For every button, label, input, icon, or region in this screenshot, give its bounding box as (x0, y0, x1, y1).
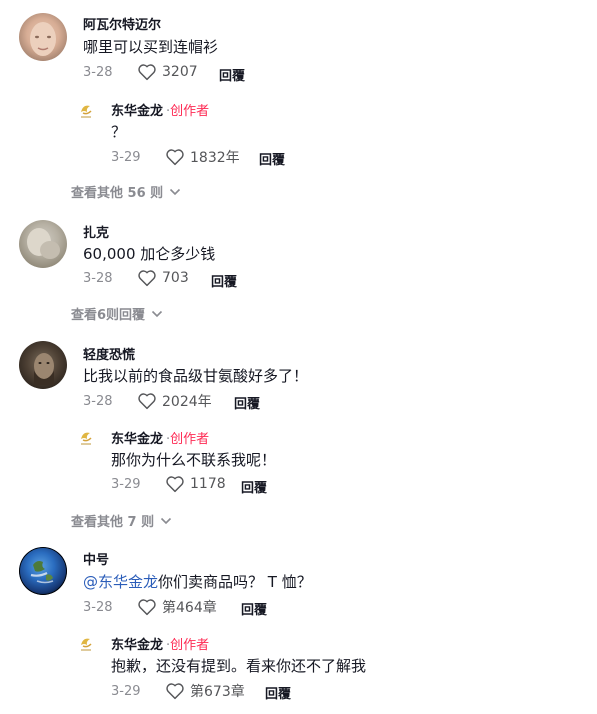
like-button[interactable]: 1178 (165, 475, 226, 493)
like-button[interactable]: 第673章 (165, 681, 245, 701)
comment-text-body: 你们卖商品吗？ T 恤？ (158, 573, 312, 591)
like-count: 1832年 (190, 150, 240, 166)
view-more-label: 查看其他 56 则 (71, 186, 164, 201)
like-button[interactable]: 1832年 (165, 147, 240, 167)
user-avatar[interactable] (19, 220, 67, 268)
reply-username[interactable]: 东华金龙 ·创作者 (111, 100, 209, 119)
comment-meta: 3-28 3207 (83, 63, 198, 81)
comment-username[interactable]: 阿瓦尔特迈尔 (83, 14, 161, 33)
like-count: 1178 (190, 476, 226, 492)
reply-date: 3-29 (111, 476, 141, 492)
comment-date: 3-28 (83, 393, 113, 409)
creator-badge: 创作者 (170, 104, 210, 119)
like-button[interactable]: 2024年 (137, 391, 212, 411)
heart-icon (138, 393, 156, 410)
creator-avatar[interactable] (75, 100, 97, 122)
reply-button[interactable]: 回覆 (265, 683, 291, 702)
heart-icon (166, 683, 184, 700)
comment-username[interactable]: 轻度恐慌 (83, 344, 135, 363)
reply-text: 那你为什么不联系我呢！ (111, 451, 277, 469)
like-button[interactable]: 第464章 (137, 597, 217, 617)
comment-meta: 3-28 第464章 (83, 597, 217, 617)
reply-button[interactable]: 回覆 (219, 65, 245, 84)
user-avatar[interactable] (19, 341, 67, 389)
comment-username[interactable]: 扎克 (83, 222, 109, 241)
reply-button[interactable]: 回覆 (241, 599, 267, 618)
like-button[interactable]: 3207 (137, 63, 198, 81)
heart-icon (138, 64, 156, 81)
reply-date: 3-29 (111, 683, 141, 699)
reply-button[interactable]: 回覆 (234, 393, 260, 412)
heart-icon (138, 270, 156, 287)
reply-username-text[interactable]: 东华金龙 (111, 432, 163, 447)
comment-meta: 3-28 2024年 (83, 391, 212, 411)
like-count: 第673章 (190, 684, 245, 700)
chevron-down-icon (170, 188, 181, 195)
mention-link[interactable]: @东华金龙 (83, 573, 158, 591)
reply-meta: 3-29 第673章 (111, 681, 245, 701)
chevron-down-icon (161, 517, 172, 524)
reply-date: 3-29 (111, 149, 141, 165)
dragon-logo-icon (81, 432, 92, 445)
reply-username[interactable]: 东华金龙 ·创作者 (111, 428, 209, 447)
reply-button[interactable]: 回覆 (211, 271, 237, 290)
like-count: 第464章 (162, 600, 217, 616)
creator-badge: 创作者 (170, 638, 210, 653)
comment-date: 3-28 (83, 599, 113, 615)
dragon-logo-icon (81, 105, 92, 118)
reply-meta: 3-29 1832年 (111, 147, 240, 167)
view-more-label: 查看6则回覆 (71, 308, 146, 323)
reply-meta: 3-29 1178 (111, 475, 226, 493)
creator-avatar[interactable] (75, 633, 97, 655)
user-avatar[interactable] (19, 547, 67, 595)
earth-icon (19, 547, 67, 595)
comment-username[interactable]: 中号 (83, 549, 109, 568)
reply-username-text[interactable]: 东华金龙 (111, 104, 163, 119)
creator-badge: 创作者 (170, 432, 210, 447)
view-more-label: 查看其他 7 则 (71, 515, 155, 530)
comment-text: 比我以前的食品级甘氨酸好多了！ (83, 367, 309, 385)
heart-icon (166, 476, 184, 493)
heart-icon (166, 149, 184, 166)
comment-meta: 3-28 703 (83, 269, 189, 287)
view-more-replies[interactable]: 查看其他 56 则 (71, 182, 181, 201)
reply-button[interactable]: 回覆 (241, 477, 267, 496)
user-avatar[interactable] (19, 13, 67, 61)
like-count: 703 (162, 270, 189, 286)
reply-text: 抱歉，还没有提到。看来你还不了解我 (111, 657, 367, 675)
comment-text: 60,000 加仑多少钱 (83, 245, 216, 263)
view-more-replies[interactable]: 查看其他 7 则 (71, 511, 172, 530)
reply-button[interactable]: 回覆 (259, 149, 285, 168)
like-count: 2024年 (162, 394, 212, 410)
comment-text: 哪里可以买到连帽衫 (83, 38, 219, 56)
reply-username[interactable]: 东华金龙 ·创作者 (111, 634, 209, 653)
like-count: 3207 (162, 64, 198, 80)
chevron-down-icon (151, 310, 163, 317)
like-button[interactable]: 703 (137, 269, 189, 287)
view-more-replies[interactable]: 查看6则回覆 (71, 304, 163, 323)
comment-text: @东华金龙你们卖商品吗？ T 恤？ (83, 571, 312, 592)
heart-icon (138, 599, 156, 616)
comment-date: 3-28 (83, 64, 113, 80)
comment-date: 3-28 (83, 270, 113, 286)
dragon-logo-icon (81, 638, 92, 651)
reply-username-text[interactable]: 东华金龙 (111, 638, 163, 653)
reply-text: ？ (111, 123, 127, 141)
creator-avatar[interactable] (75, 427, 97, 449)
